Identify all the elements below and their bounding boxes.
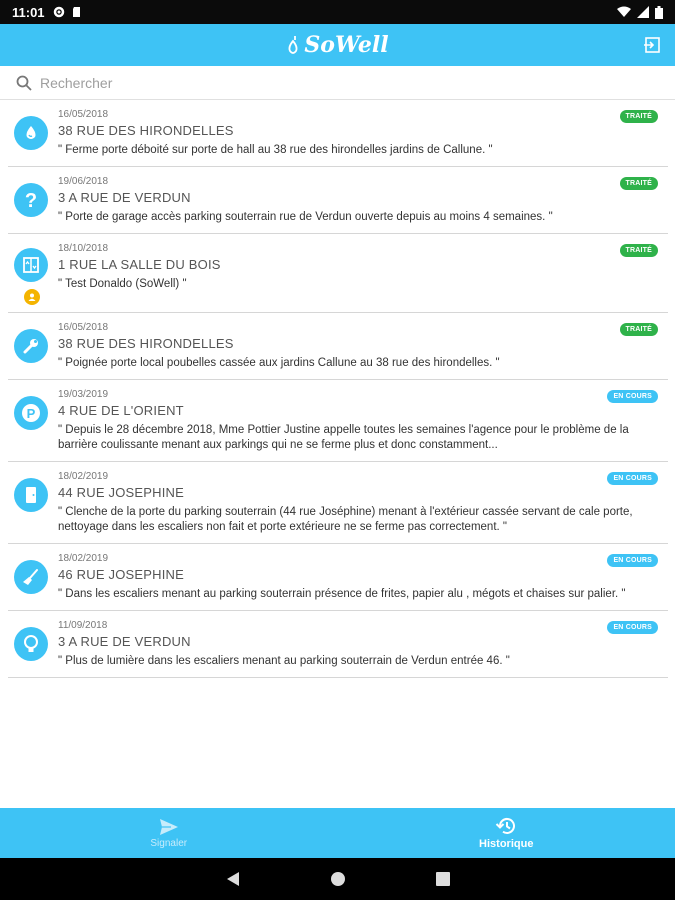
status-badge: EN COURS [607, 621, 658, 634]
send-icon [159, 818, 178, 835]
report-address: 46 RUE JOSEPHINE [58, 567, 185, 582]
report-address: 38 RUE DES HIRONDELLES [58, 336, 234, 351]
sd-card-icon [72, 7, 80, 17]
svg-text:?: ? [25, 190, 37, 211]
report-date: 18/02/2019 [58, 553, 109, 564]
parking-icon: P [14, 396, 48, 430]
report-list-item[interactable]: ? 19/06/2018 3 A RUE DE VERDUN " Porte de g… [8, 167, 668, 234]
report-date: 11/09/2018 [58, 620, 108, 631]
status-bar: 11:01 [0, 0, 675, 24]
broom-icon [14, 560, 48, 594]
status-badge: TRAITÉ [619, 323, 658, 336]
water-drop-icon [14, 116, 48, 150]
report-list-item[interactable]: 18/02/2019 46 RUE JOSEPHINE " Dans les esc… [8, 544, 668, 611]
settings-icon [53, 6, 64, 18]
report-description: " Dans les escaliers menant au parking s… [58, 588, 626, 600]
report-date: 16/05/2018 [58, 322, 109, 333]
report-list-item[interactable]: 16/05/2018 38 RUE DES HIRONDELLES " Poigné… [8, 313, 668, 380]
report-address: 4 RUE DE L'ORIENT [58, 403, 184, 418]
report-description: " Ferme porte déboité sur porte de hall … [58, 144, 493, 156]
wrench-icon [14, 329, 48, 363]
history-icon [496, 817, 516, 834]
report-description: " Plus de lumière dans les escaliers men… [58, 655, 510, 667]
svg-text:P: P [27, 406, 36, 421]
bottom-navigation: Signaler Historique [0, 808, 675, 858]
status-badge: EN COURS [607, 472, 658, 485]
report-description: " Porte de garage accès parking souterra… [58, 211, 553, 223]
question-icon: ? [14, 183, 48, 217]
search-input[interactable] [40, 74, 640, 91]
wifi-icon [617, 6, 631, 17]
report-address: 44 RUE JOSEPHINE [58, 485, 185, 500]
tab-historique[interactable]: Historique [338, 808, 675, 858]
report-date: 16/05/2018 [58, 109, 109, 120]
status-time: 11:01 [12, 4, 45, 20]
tab-signaler-label: Signaler [150, 837, 188, 849]
report-address: 1 RUE LA SALLE DU BOIS [58, 257, 221, 272]
status-badge: TRAITÉ [619, 244, 658, 257]
report-address: 38 RUE DES HIRONDELLES [58, 123, 234, 138]
report-list-item[interactable]: 18/02/2019 44 RUE JOSEPHINE " Clenche de l… [8, 462, 668, 544]
tab-historique-label: Historique [479, 838, 534, 850]
report-description: " Depuis le 28 décembre 2018, Mme Pottie… [58, 424, 629, 451]
search-icon [16, 75, 32, 91]
report-list-item[interactable]: 11/09/2018 3 A RUE DE VERDUN " Plus de lum… [8, 611, 668, 678]
report-list-item[interactable]: 18/10/2018 1 RUE LA SALLE DU BOIS " Test D… [8, 234, 668, 313]
door-icon [14, 478, 48, 512]
elevator-icon [14, 248, 48, 282]
report-list: 16/05/2018 38 RUE DES HIRONDELLES " Ferme … [8, 100, 668, 678]
report-date: 19/06/2018 [58, 176, 109, 187]
logo-drop-icon [288, 36, 298, 54]
logout-icon[interactable] [643, 36, 661, 54]
user-icon [24, 289, 40, 305]
back-icon[interactable] [226, 871, 240, 887]
report-date: 18/10/2018 [58, 243, 109, 254]
status-badge: TRAITÉ [619, 177, 658, 190]
app-bar: SoWell [0, 24, 675, 66]
home-icon[interactable] [330, 871, 346, 887]
report-address: 3 A RUE DE VERDUN [58, 190, 191, 205]
app-title: SoWell [304, 32, 389, 58]
report-date: 19/03/2019 [58, 389, 109, 400]
report-description: " Poignée porte local poubelles cassée a… [58, 357, 500, 369]
report-date: 18/02/2019 [58, 471, 109, 482]
status-badge: EN COURS [607, 390, 658, 403]
report-description: " Test Donaldo (SoWell) " [58, 278, 187, 290]
report-list-item[interactable]: P 19/03/2019 4 RUE DE L'ORIENT " Depuis le … [8, 380, 668, 462]
report-address: 3 A RUE DE VERDUN [58, 634, 191, 649]
tab-signaler[interactable]: Signaler [0, 808, 338, 858]
system-navigation [0, 858, 675, 900]
battery-icon [655, 5, 663, 19]
search-bar[interactable] [0, 66, 675, 100]
lightbulb-icon [14, 627, 48, 661]
status-badge: TRAITÉ [619, 110, 658, 123]
app-logo: SoWell [286, 32, 389, 58]
signal-icon [637, 6, 649, 18]
report-list-item[interactable]: 16/05/2018 38 RUE DES HIRONDELLES " Ferme … [8, 100, 668, 167]
report-description: " Clenche de la porte du parking souterr… [58, 506, 633, 533]
recents-icon[interactable] [435, 872, 450, 886]
status-badge: EN COURS [607, 554, 658, 567]
